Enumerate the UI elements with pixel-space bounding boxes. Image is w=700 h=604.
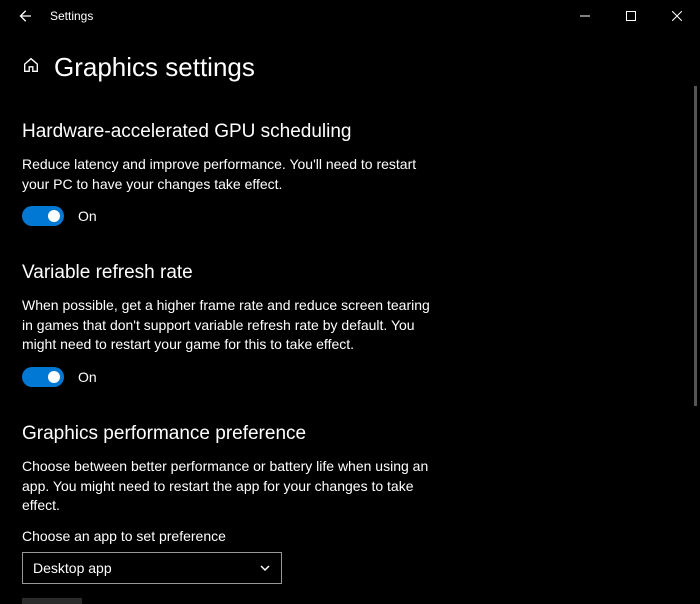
- content-area: Graphics settings Hardware-accelerated G…: [0, 32, 700, 604]
- section-variable-refresh: Variable refresh rate When possible, get…: [22, 262, 678, 387]
- app-title: Settings: [50, 9, 93, 23]
- home-icon[interactable]: [22, 56, 40, 79]
- vertical-scrollbar[interactable]: [694, 86, 697, 406]
- section-performance-preference: Graphics performance preference Choose b…: [22, 423, 678, 604]
- toggle-row-gpu: On: [22, 206, 678, 226]
- window-controls: [562, 0, 700, 32]
- toggle-label-vrr: On: [78, 369, 97, 385]
- chevron-down-icon: [259, 562, 271, 574]
- section-title-perf: Graphics performance preference: [22, 423, 678, 445]
- titlebar: Settings: [0, 0, 700, 32]
- field-label-app-select: Choose an app to set preference: [22, 528, 678, 544]
- minimize-button[interactable]: [562, 0, 608, 32]
- section-gpu-scheduling: Hardware-accelerated GPU scheduling Redu…: [22, 121, 678, 226]
- page-header: Graphics settings: [22, 52, 678, 83]
- section-title-vrr: Variable refresh rate: [22, 262, 678, 284]
- section-desc-vrr: When possible, get a higher frame rate a…: [22, 296, 442, 355]
- section-desc-perf: Choose between better performance or bat…: [22, 457, 442, 516]
- section-title-gpu: Hardware-accelerated GPU scheduling: [22, 121, 678, 143]
- toggle-row-vrr: On: [22, 367, 678, 387]
- close-button[interactable]: [654, 0, 700, 32]
- close-icon: [672, 11, 682, 21]
- toggle-gpu-scheduling[interactable]: [22, 206, 64, 226]
- toggle-knob: [48, 210, 60, 222]
- page-title: Graphics settings: [54, 52, 255, 83]
- toggle-knob: [48, 371, 60, 383]
- maximize-button[interactable]: [608, 0, 654, 32]
- maximize-icon: [626, 11, 636, 21]
- toggle-label-gpu: On: [78, 208, 97, 224]
- app-type-dropdown[interactable]: Desktop app: [22, 552, 282, 584]
- browse-button-partial[interactable]: [22, 598, 82, 604]
- toggle-variable-refresh[interactable]: [22, 367, 64, 387]
- dropdown-value: Desktop app: [33, 560, 112, 576]
- arrow-left-icon: [17, 9, 31, 23]
- back-button[interactable]: [4, 0, 44, 32]
- minimize-icon: [580, 11, 590, 21]
- section-desc-gpu: Reduce latency and improve performance. …: [22, 155, 442, 194]
